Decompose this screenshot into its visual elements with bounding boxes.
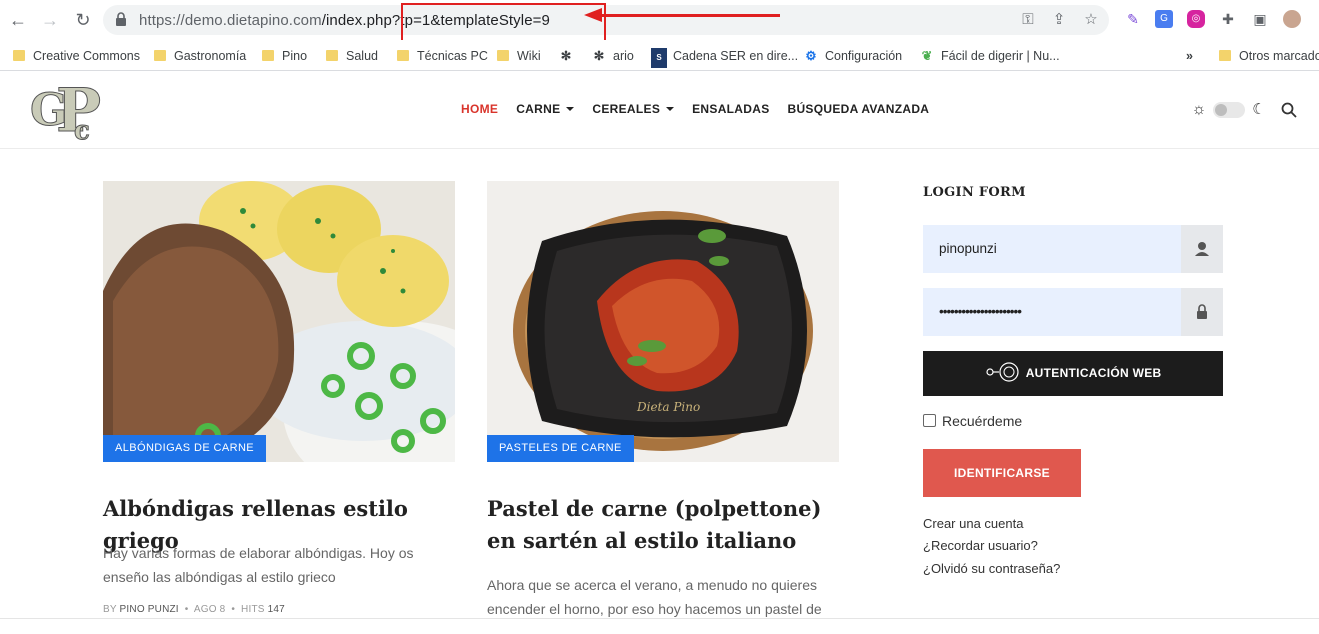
meta-by-label: BY [103, 604, 117, 615]
folder-icon [154, 50, 166, 61]
password-value[interactable]: •••••••••••••••••••••• [939, 304, 1022, 319]
avatar[interactable] [1283, 10, 1301, 28]
translate-extension-icon[interactable]: G [1155, 10, 1173, 28]
bookmark-salud[interactable]: Salud [326, 46, 378, 66]
browser-toolbar: ← → ↻ https://demo.dietapino.com/index.p… [0, 0, 1319, 43]
article-image-albondigas[interactable]: ALBÓNDIGAS DE CARNE [103, 181, 455, 462]
sun-icon: ☼ [1191, 101, 1207, 118]
hits-label: HITS [241, 604, 265, 615]
bookmark-tecnicas-pc[interactable]: Técnicas PC [397, 46, 488, 66]
login-submit-button[interactable]: IDENTIFICARSE [923, 449, 1081, 497]
bookmark-cadena-ser[interactable]: S Cadena SER en dire... [651, 46, 798, 68]
article-excerpt: Hay varias formas de elaborar albóndigas… [103, 545, 414, 585]
remember-checkbox[interactable] [923, 414, 936, 427]
create-account-link[interactable]: Crear una cuenta [923, 516, 1023, 531]
main-menu: HOME CARNE CEREALES ENSALADAS BÚSQUEDA A… [461, 102, 947, 120]
dark-mode-toggle[interactable] [1213, 102, 1245, 118]
hits-count: 147 [267, 604, 285, 615]
leaf-icon: ❦ [921, 49, 933, 63]
lock-icon [1197, 304, 1207, 319]
bookmark-gastronomia[interactable]: Gastronomía [154, 46, 246, 66]
forward-arrow-icon[interactable]: → [38, 8, 62, 32]
search-icon[interactable] [1280, 101, 1298, 119]
side-panel-icon[interactable]: ▣ [1251, 10, 1269, 28]
bookmark-otros-marcadores[interactable]: Otros marcado [1219, 46, 1319, 66]
folder-icon [1219, 50, 1231, 61]
category-badge[interactable]: PASTELES DE CARNE [487, 435, 634, 462]
site-logo[interactable]: G P c [28, 79, 126, 141]
article-date: AGO 8 [193, 604, 226, 615]
fingerprint-key-icon [985, 362, 1019, 382]
article-image-pastel[interactable]: Dieta Pino PASTELES DE CARNE [487, 181, 839, 462]
lock-icon [116, 12, 126, 26]
user-addon [1181, 225, 1223, 273]
svg-text:c: c [74, 116, 90, 141]
joomla-icon: ✻ [560, 49, 572, 63]
share-icon[interactable]: ⇪ [1050, 11, 1068, 29]
caret-down-icon [666, 107, 675, 111]
annotation-highlight-box [401, 3, 606, 43]
address-bar[interactable]: https://demo.dietapino.com/index.php?tp=… [103, 5, 1109, 35]
web-authentication-button[interactable]: AUTENTICACIÓN WEB [923, 351, 1223, 396]
folder-icon [13, 50, 25, 61]
lock-addon [1181, 288, 1223, 336]
forgot-password-link[interactable]: ¿Olvidó su contraseña? [923, 561, 1060, 576]
bookmark-facil-de-digerir[interactable]: ❦ Fácil de digerir | Nu... [919, 46, 1060, 66]
toggle-knob [1215, 104, 1227, 116]
gear-icon: ⚙ [805, 49, 817, 63]
folder-icon [262, 50, 274, 61]
folder-icon [326, 50, 338, 61]
bookmark-pino[interactable]: Pino [262, 46, 307, 66]
annotation-arrow-line [600, 14, 780, 17]
remember-me[interactable]: Recuérdeme [923, 413, 1022, 429]
menu-item-ensaladas[interactable]: ENSALADAS [692, 102, 769, 120]
user-icon [1195, 242, 1209, 256]
star-icon[interactable]: ☆ [1082, 11, 1100, 29]
category-badge[interactable]: ALBÓNDIGAS DE CARNE [103, 435, 267, 462]
username-field[interactable]: pinopunzi [923, 225, 1223, 273]
moon-icon: ☾ [1252, 101, 1266, 118]
caret-down-icon [566, 107, 575, 111]
bookmark-configuracion[interactable]: ⚙ Configuración [803, 46, 902, 66]
joomla-icon: ✻ [593, 49, 605, 63]
bookmark-wiki[interactable]: Wiki [497, 46, 541, 66]
article-excerpt: Ahora que se acerca el verano, a menudo … [487, 577, 822, 617]
bottom-divider [0, 618, 1319, 634]
menu-item-cereales[interactable]: CEREALES [592, 102, 675, 120]
key-icon[interactable]: ⚿ [1019, 11, 1037, 29]
image-watermark: Dieta Pino [636, 400, 700, 414]
ser-icon: S [651, 48, 667, 68]
puzzle-extensions-icon[interactable]: ✚ [1219, 10, 1237, 28]
site-header: G P c HOME CARNE CEREALES ENSALADAS BÚSQ… [0, 71, 1319, 149]
instagram-extension-icon[interactable]: ◎ [1187, 10, 1205, 28]
folder-icon [397, 50, 409, 61]
bookmarks-bar: Creative Commons Gastronomía Pino Salud … [0, 40, 1319, 71]
username-value[interactable]: pinopunzi [939, 241, 997, 256]
bookmarks-overflow-button[interactable]: » [1186, 46, 1193, 66]
folder-icon [497, 50, 509, 61]
password-field[interactable]: •••••••••••••••••••••• [923, 288, 1223, 336]
annotation-arrow-head [584, 8, 602, 22]
login-form-title: LOGIN FORM [923, 185, 1026, 200]
menu-item-home[interactable]: HOME [461, 102, 498, 120]
menu-item-busqueda-avanzada[interactable]: BÚSQUEDA AVANZADA [788, 102, 930, 120]
article-title[interactable]: Pastel de carne (polpettone) en sartén a… [487, 493, 839, 557]
bookmark-creative-commons[interactable]: Creative Commons [13, 46, 140, 66]
remember-label: Recuérdeme [942, 413, 1023, 429]
article-author[interactable]: PINO PUNZI [120, 604, 179, 615]
remind-username-link[interactable]: ¿Recordar usuario? [923, 538, 1038, 553]
pen-extension-icon[interactable]: ✎ [1124, 10, 1142, 28]
back-arrow-icon[interactable]: ← [6, 8, 30, 32]
menu-item-carne[interactable]: CARNE [516, 102, 575, 120]
article-meta: BY PINO PUNZI • AGO 8 • HITS 147 [103, 604, 285, 615]
web-auth-label: AUTENTICACIÓN WEB [1025, 366, 1162, 380]
reload-icon[interactable]: ↻ [71, 8, 95, 32]
bookmark-joomla-1[interactable]: ✻ [558, 46, 580, 66]
bookmark-joomla-2[interactable]: ✻ ario [591, 46, 634, 66]
